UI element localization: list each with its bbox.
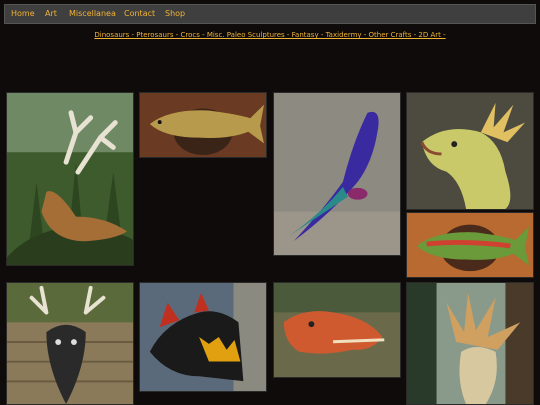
nav-miscellanea[interactable]: Miscellanea — [69, 9, 116, 18]
gallery-thumb[interactable] — [406, 92, 534, 210]
horned-dragon-image — [407, 93, 533, 209]
nav-home[interactable]: Home — [11, 9, 35, 18]
nav-art[interactable]: Art — [45, 9, 57, 18]
top-nav-bar: Home Art Miscellanea Contact Shop — [4, 4, 536, 24]
antler-dragon-image — [7, 93, 133, 265]
red-dragon-image — [274, 283, 400, 377]
nav-shop[interactable]: Shop — [165, 9, 185, 18]
rainbow-trout-image — [407, 213, 533, 277]
gallery-thumb[interactable] — [273, 92, 401, 256]
gallery-thumb[interactable] — [139, 92, 267, 158]
gallery-thumb[interactable] — [6, 282, 134, 405]
black-yellow-dragon-image — [140, 283, 266, 391]
nav-contact[interactable]: Contact — [124, 9, 155, 18]
brown-trout-image — [140, 93, 266, 157]
gallery-thumb[interactable] — [6, 92, 134, 266]
category-links[interactable]: Dinosaurs - Pterosaurs - Crocs - Misc. P… — [0, 31, 540, 39]
gallery-thumb[interactable] — [406, 282, 534, 405]
parrot-image — [274, 93, 400, 255]
frilled-dragon-image — [407, 283, 533, 404]
gallery-thumb[interactable] — [406, 212, 534, 278]
gallery-thumb[interactable] — [273, 282, 401, 378]
antlered-creature-image — [7, 283, 133, 404]
gallery-thumb[interactable] — [139, 282, 267, 392]
